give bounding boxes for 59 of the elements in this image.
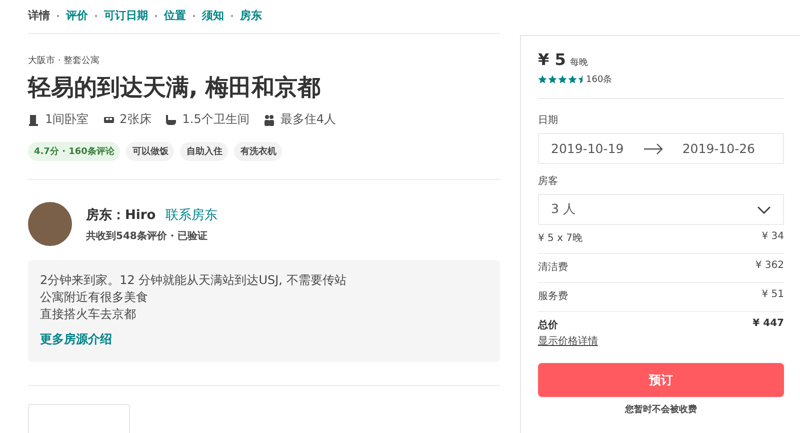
host-stats: 共收到548条评价 · 已验证 [86,230,209,242]
guests-value: 3 人 [551,201,576,218]
bathtub-icon [165,114,178,126]
nav-link[interactable]: 可订日期 [104,8,148,23]
nav-link[interactable]: 位置 [164,8,186,23]
people-icon [263,114,276,126]
price-text: ¥ 5 [538,50,566,69]
feature-tag: 有洗衣机 [234,142,282,161]
fee-label: ¥ 5 x 7晚 [538,232,583,245]
arrow-icon [644,142,662,154]
date-range-field[interactable]: 2019-10-19 2019-10-26 [538,133,784,164]
total-amount: ¥ 447 [752,318,784,331]
room-fact: 1间卧室 [45,111,89,128]
fee-label: 清洁费 [538,260,568,274]
room-fact: 1.5个卫生间 [182,111,250,128]
location-text: 大阪市 · 整套公寓 [28,54,101,67]
description-text: 直接搭火车去京都 [40,306,137,323]
price-details-link[interactable]: 显示价格详情 [538,334,784,348]
field-label: 房客 [538,174,559,188]
nav-link[interactable]: 评价 [66,8,88,23]
nav-link[interactable]: 详情 [28,8,50,23]
feature-tag: 自助入住 [180,142,228,161]
check-out-date[interactable]: 2019-10-26 [682,141,755,156]
guests-dropdown[interactable]: 3 人 [538,194,784,225]
separator-dot [155,14,157,16]
separator-dot [231,14,233,16]
fee-amount: ¥ 362 [755,260,784,273]
total-label: 总价 [538,318,558,332]
fee-amount: ¥ 51 [762,289,784,302]
nav-link[interactable]: 房东 [240,8,262,23]
no-charge-note: 您暂时不会被收费 [624,403,698,416]
nav-link[interactable]: 须知 [202,8,224,23]
more-info-link[interactable]: 更多房源介绍 [40,331,488,348]
separator-dot [95,14,97,16]
half-star-icon [578,75,583,84]
book-button[interactable]: 预订 [538,363,784,397]
chevron-down-icon [757,206,771,214]
review-count: 160条 [586,74,612,86]
room-fact: 最多住4人 [280,111,336,128]
per-night-text: 每晚 [570,56,588,69]
description-text: 公寓附近有很多美食 [40,289,149,306]
fee-amount: ¥ 34 [762,231,784,244]
fee-label: 服务费 [538,290,568,303]
rating-tag: 4.7分 · 160条评论 [28,142,120,161]
description-text: 2分钟来到家。12 分钟就能从天满站到达USJ, 不需要传站 [40,272,348,289]
star-icon [548,75,557,84]
star-icon [558,75,567,84]
separator-dot [193,14,195,16]
room-fact: 2张床 [120,111,152,128]
field-label: 日期 [538,114,559,127]
listing-title: 轻易的到达天满, 梅田和京都 [28,74,322,103]
feature-tag: 可以做饭 [126,142,174,161]
star-icon [538,75,547,84]
door-icon [28,114,40,126]
host-avatar [28,202,72,246]
contact-host-link[interactable]: 联系房东 [166,206,218,224]
check-in-date[interactable]: 2019-10-19 [551,141,624,156]
separator-dot [57,14,59,16]
host-name: 房东：Hiro [86,206,156,224]
